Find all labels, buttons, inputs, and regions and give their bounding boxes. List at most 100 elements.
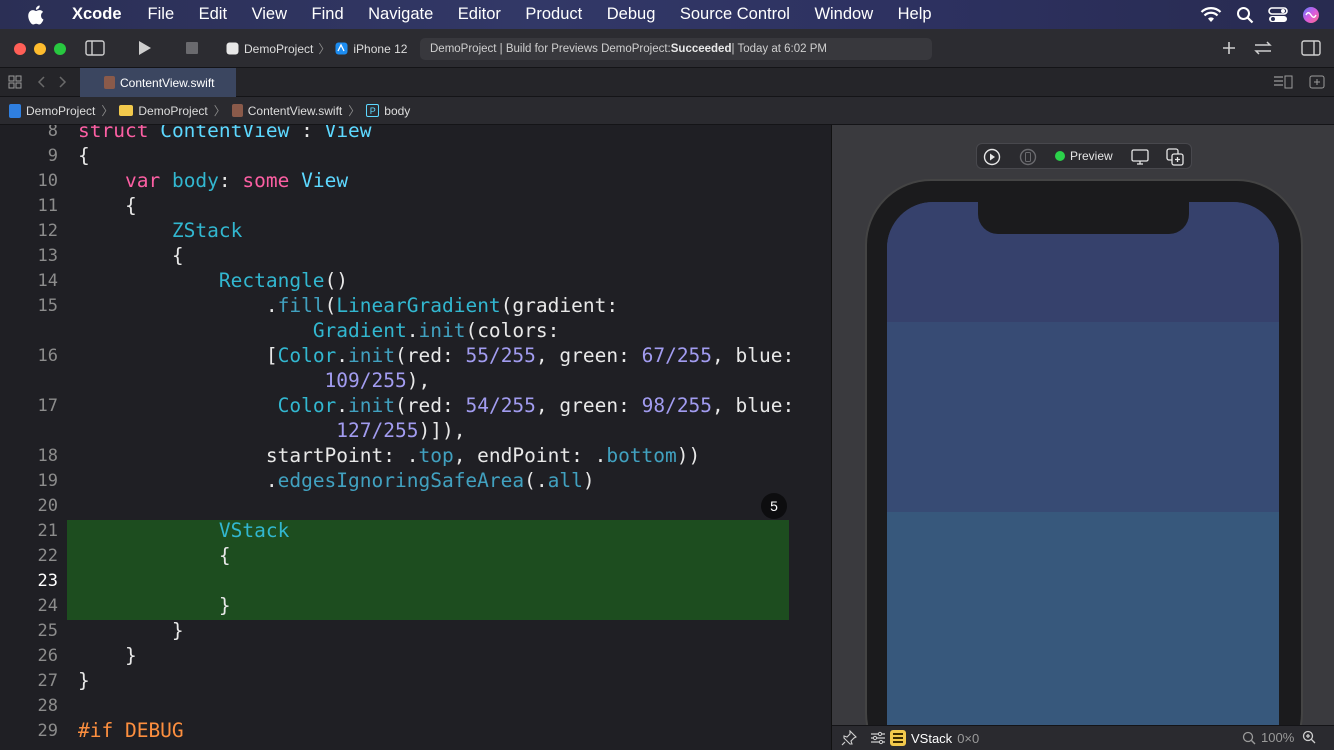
code-review-icon[interactable]	[1252, 38, 1274, 58]
line-number: 11	[37, 196, 58, 216]
scheme-name: DemoProject	[244, 41, 314, 56]
spotlight-search-icon[interactable]	[1236, 6, 1254, 24]
line-number: 14	[37, 271, 58, 291]
jumpbar-symbol[interactable]: P body	[366, 104, 410, 118]
line-number: 26	[37, 646, 58, 666]
tab-contentview-swift[interactable]: ContentView.swift	[80, 68, 236, 97]
menu-app-name[interactable]: Xcode	[72, 5, 122, 24]
add-library-icon[interactable]	[1218, 38, 1240, 58]
window-close-button[interactable]	[14, 43, 26, 55]
menu-window[interactable]: Window	[814, 5, 873, 24]
code-token: Color	[277, 344, 337, 367]
siri-icon[interactable]	[1302, 6, 1320, 24]
code-token: }	[78, 669, 90, 692]
code-token: {	[124, 194, 137, 217]
wifi-icon[interactable]	[1200, 6, 1222, 24]
menu-view[interactable]: View	[252, 5, 287, 24]
zoom-in-icon[interactable]	[1302, 730, 1316, 744]
code-line: VStack	[78, 519, 289, 542]
code-token: bottom	[606, 444, 677, 467]
jumpbar-folder[interactable]: DemoProject	[119, 103, 208, 118]
code-token: (red:	[395, 394, 466, 417]
live-preview-play-icon[interactable]	[983, 148, 1001, 166]
on-device-preview-icon[interactable]	[1019, 148, 1037, 166]
menu-edit[interactable]: Edit	[199, 5, 227, 24]
code-token: }	[171, 619, 184, 642]
apple-menu-icon[interactable]	[26, 4, 48, 26]
code-token: init	[348, 394, 396, 417]
selected-view-size: 0×0	[957, 730, 980, 746]
jumpbar-file[interactable]: ContentView.swift	[231, 104, 342, 118]
code-token: (gradient:	[500, 294, 619, 317]
zoom-control[interactable]: 100%	[1242, 730, 1294, 745]
code-line: #if DEBUG	[78, 719, 184, 742]
code-token: }	[218, 594, 231, 617]
code-line: startPoint: .top, endPoint: .bottom))	[78, 444, 700, 467]
menu-navigate[interactable]: Navigate	[368, 5, 433, 24]
code-token: 55/255	[465, 344, 536, 367]
source-editor[interactable]: 8 9 10 11 12 13 14 15 16 17 18 19 20 21 22 23 24 25 26 27 28…	[0, 125, 831, 750]
scheme-selector[interactable]: DemoProject 〉 iPhone 12	[226, 40, 407, 57]
menu-find[interactable]: Find	[312, 5, 344, 24]
jumpbar-folder-label: DemoProject	[138, 103, 208, 118]
code-token: )]),	[418, 419, 466, 442]
stop-icon[interactable]	[181, 38, 203, 58]
preview-settings-icon[interactable]	[1131, 148, 1149, 166]
code-token: 109/255	[324, 369, 407, 392]
adjust-settings-icon[interactable]	[870, 730, 886, 746]
code-token: ContentView	[160, 125, 290, 142]
code-token: some	[242, 169, 290, 192]
navigator-toggle-icon[interactable]	[84, 38, 106, 58]
line-number: 25	[37, 621, 58, 641]
window-minimize-button[interactable]	[34, 43, 46, 55]
menu-debug[interactable]: Debug	[607, 5, 656, 24]
swift-file-icon	[231, 104, 243, 117]
code-token: , green:	[535, 394, 642, 417]
device-icon	[335, 42, 348, 55]
code-token: Color	[277, 394, 337, 417]
code-token: View	[324, 125, 372, 142]
property-icon: P	[366, 104, 380, 117]
run-play-icon[interactable]	[134, 38, 156, 58]
code-token: LinearGradient	[336, 294, 501, 317]
jumpbar-symbol-label: body	[384, 103, 411, 118]
menu-file[interactable]: File	[148, 5, 175, 24]
code-token: (.	[524, 469, 548, 492]
duplicate-preview-icon[interactable]	[1166, 148, 1184, 166]
line-number: 23	[37, 571, 58, 591]
preview-canvas: Preview	[831, 125, 1334, 725]
window-zoom-button[interactable]	[54, 43, 66, 55]
pin-preview-icon[interactable]	[841, 730, 857, 746]
code-line: 127/255)]),	[78, 419, 465, 442]
line-number: 28	[37, 696, 58, 716]
activity-suffix: | Today at 6:02 PM	[731, 43, 827, 55]
menu-source-control[interactable]: Source Control	[680, 5, 790, 24]
code-token: .	[265, 294, 278, 317]
chevron-right-icon: 〉	[318, 42, 331, 56]
device-notch	[978, 202, 1189, 234]
code-token: .	[406, 319, 419, 342]
preview-active-dot	[1055, 151, 1065, 161]
code-token: , blue:	[712, 394, 795, 417]
back-chevron-icon[interactable]	[30, 72, 52, 92]
code-token: all	[547, 469, 583, 492]
grid-related-items-icon[interactable]	[4, 72, 26, 92]
preview-screen[interactable]	[887, 202, 1279, 725]
code-line: struct ContentView : View	[78, 125, 372, 142]
forward-chevron-icon[interactable]	[52, 72, 74, 92]
menu-help[interactable]: Help	[898, 5, 932, 24]
code-line: [Color.init(red: 55/255, green: 67/255, …	[78, 344, 794, 367]
code-line: }	[78, 669, 90, 692]
menu-product[interactable]: Product	[525, 5, 582, 24]
editor-options-icon[interactable]	[1272, 72, 1294, 92]
change-count-badge[interactable]: 5	[761, 493, 787, 519]
selected-view-info[interactable]: VStack 0×0	[890, 730, 979, 746]
code-token: ),	[406, 369, 431, 392]
add-editor-icon[interactable]	[1306, 72, 1328, 92]
code-token: ()	[324, 269, 349, 292]
code-token: , green:	[535, 344, 642, 367]
menu-editor[interactable]: Editor	[458, 5, 501, 24]
inspector-toggle-icon[interactable]	[1300, 38, 1322, 58]
jumpbar-project[interactable]: DemoProject	[9, 103, 95, 118]
control-center-icon[interactable]	[1268, 6, 1288, 24]
